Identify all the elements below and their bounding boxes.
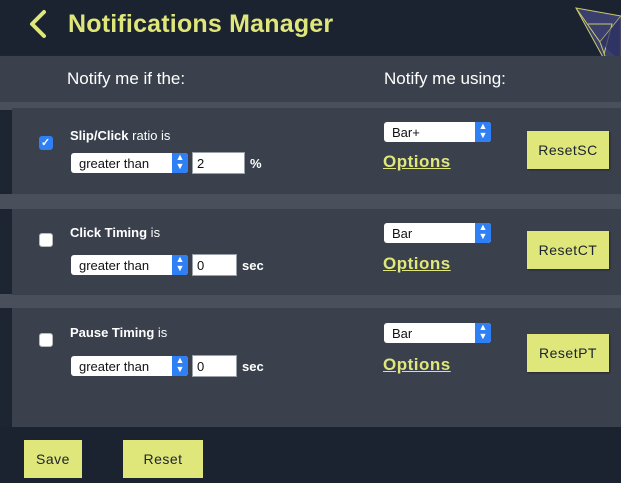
notify-method-value: Bar [392,226,413,241]
rule-enabled-checkbox[interactable]: ✓ [39,333,53,347]
empty-panel-area [12,394,621,427]
condition-column-header: Notify me if the: [67,69,186,88]
threshold-unit: sec [242,258,264,273]
notify-method-select[interactable]: Bar ▲ ▼ [384,223,491,243]
comparator-value: greater than [79,258,150,273]
save-button[interactable]: Save [24,440,82,478]
rule-condition-label: Pause Timing is [70,325,167,340]
notify-method-value: Bar+ [392,125,420,140]
rule-metric-name: Slip/Click [70,128,129,143]
comparator-select[interactable]: greater than ▲ ▼ [71,153,188,173]
reset-slip-click-button[interactable]: ResetSC [527,131,609,169]
comparator-select[interactable]: greater than ▲ ▼ [71,356,188,376]
options-link[interactable]: Options [383,254,451,274]
column-header-row: Notify me if the: Notify me using: [0,56,621,102]
threshold-input[interactable]: 0 [192,355,237,377]
threshold-input[interactable]: 2 [192,152,245,174]
method-column-header: Notify me using: [384,69,506,88]
comparator-value: greater than [79,156,150,171]
rule-metric-name: Click Timing [70,225,148,240]
notify-method-select[interactable]: Bar ▲ ▼ [384,323,491,343]
footer-bar: Save Reset [0,427,621,483]
rule-panel-pause-timing: ✓ Pause Timing is greater than ▲▼ 0 sec … [12,308,621,394]
comparator-select[interactable]: greater than ▲ ▼ [71,255,188,275]
reset-button[interactable]: Reset [123,440,203,478]
select-arrows-icon: ▲ ▼ [172,356,188,376]
reset-click-timing-button[interactable]: ResetCT [527,231,609,269]
options-link[interactable]: Options [383,355,451,375]
rule-enabled-checkbox[interactable]: ✓ [39,233,53,247]
rule-panel-click-timing: ✓ Click Timing is greater than ▲▼ 0 sec … [12,209,621,295]
divider [0,294,621,308]
select-arrows-icon: ▲ ▼ [475,122,491,142]
rule-condition-suffix: is [147,225,161,240]
select-arrows-icon: ▲ ▼ [172,255,188,275]
divider [0,194,621,209]
rule-condition-suffix: ratio is [128,128,171,143]
rule-metric-name: Pause Timing [70,325,155,340]
rule-condition-suffix: is [154,325,168,340]
title-bar: Notifications Manager [0,0,621,71]
options-link[interactable]: Options [383,152,451,172]
back-chevron-icon[interactable] [26,9,50,39]
rule-condition-label: Slip/Click ratio is [70,128,170,143]
select-arrows-icon: ▲ ▼ [172,153,188,173]
reset-pause-timing-button[interactable]: ResetPT [527,334,609,372]
page-title: Notifications Manager [68,10,334,38]
rule-condition-label: Click Timing is [70,225,160,240]
notify-method-select[interactable]: Bar+ ▲ ▼ [384,122,491,142]
notify-method-value: Bar [392,326,413,341]
rule-panel-slip-click: ✓ Slip/Click ratio is greater than ▲ ▼ 2 … [12,108,621,194]
select-arrows-icon: ▲ ▼ [475,323,491,343]
rule-enabled-checkbox[interactable]: ✓ [39,136,53,150]
threshold-unit: sec [242,359,264,374]
threshold-input[interactable]: 0 [192,254,237,276]
threshold-unit: % [250,156,262,171]
select-arrows-icon: ▲ ▼ [475,223,491,243]
comparator-value: greater than [79,359,150,374]
notifications-manager-window: Notifications Manager Notify me if the: … [0,0,621,483]
